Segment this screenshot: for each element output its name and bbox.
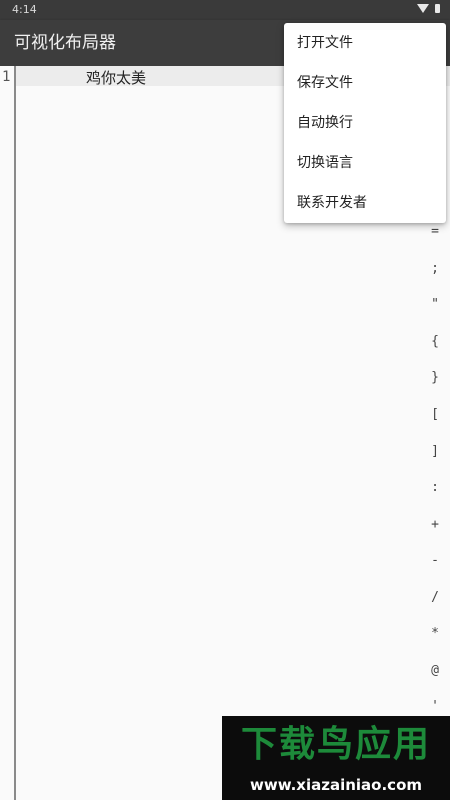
symbol-key[interactable]: = — [420, 224, 450, 239]
wifi-icon — [417, 4, 429, 13]
status-time: 4:14 — [12, 3, 37, 16]
menu-item-contact-developer[interactable]: 联系开发者 — [284, 183, 446, 223]
menu-item-label: 联系开发者 — [297, 195, 367, 211]
menu-item-word-wrap[interactable]: 自动换行 — [284, 103, 446, 143]
symbol-key[interactable]: : — [420, 480, 450, 495]
menu-item-switch-language[interactable]: 切换语言 — [284, 143, 446, 183]
line-number: 1 — [2, 69, 11, 85]
menu-item-label: 保存文件 — [297, 75, 353, 91]
menu-item-save-file[interactable]: 保存文件 — [284, 63, 446, 103]
watermark-logo: 下载鸟应用 www.xiazainiao.com — [222, 716, 450, 800]
overflow-menu: 打开文件 保存文件 自动换行 切换语言 联系开发者 — [284, 23, 446, 223]
battery-icon — [435, 4, 440, 13]
symbol-key[interactable]: + — [420, 517, 450, 532]
symbol-key[interactable]: ] — [420, 444, 450, 459]
gutter-divider — [14, 66, 16, 800]
menu-item-label: 切换语言 — [297, 155, 353, 171]
symbol-key[interactable]: * — [420, 626, 450, 641]
symbol-key[interactable]: ; — [420, 261, 450, 276]
symbol-key[interactable]: " — [420, 297, 450, 312]
symbol-key[interactable]: @ — [420, 663, 450, 678]
editor-line-text[interactable]: 鸡你太美 — [86, 67, 146, 88]
symbol-key[interactable]: ' — [420, 699, 450, 714]
app-title: 可视化布局器 — [14, 33, 116, 53]
menu-item-open-file[interactable]: 打开文件 — [284, 23, 446, 63]
symbol-key[interactable]: { — [420, 334, 450, 349]
watermark-url: www.xiazainiao.com — [249, 776, 423, 794]
status-bar: 4:14 — [0, 0, 450, 20]
menu-item-label: 自动换行 — [297, 115, 353, 131]
symbol-key[interactable]: } — [420, 370, 450, 385]
symbol-key[interactable]: [ — [420, 407, 450, 422]
menu-item-label: 打开文件 — [297, 35, 353, 51]
watermark-title: 下载鸟应用 — [240, 724, 431, 765]
symbol-key[interactable]: - — [420, 553, 450, 568]
system-icons — [417, 4, 440, 13]
symbol-key[interactable]: / — [420, 590, 450, 605]
